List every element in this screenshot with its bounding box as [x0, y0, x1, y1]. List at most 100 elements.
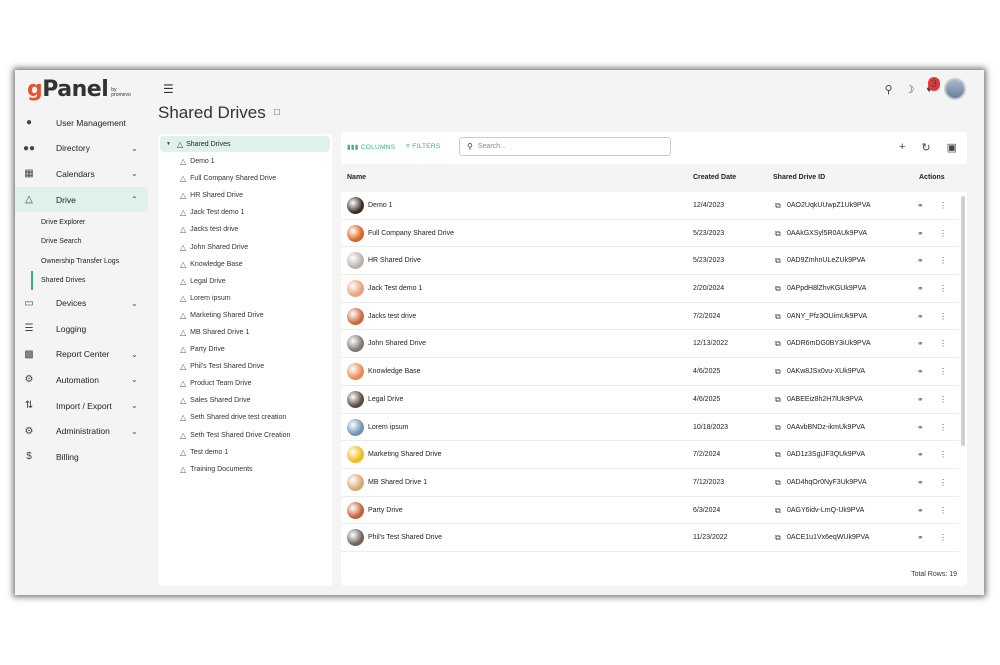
copy-icon[interactable]: ⧉	[775, 450, 781, 460]
link-icon[interactable]: ⚭	[917, 312, 924, 321]
avatar[interactable]	[944, 78, 966, 100]
table-row[interactable]: Jack Test demo 1 2/20/2024 ⧉ 0APpdH8lZhvKGU…	[341, 275, 959, 303]
sidebar-subitem-shared-drives[interactable]: Shared Drives	[31, 270, 148, 291]
link-icon[interactable]: ⚭	[917, 478, 924, 487]
sidebar-item-directory[interactable]: ●● Directory ⌄	[15, 136, 148, 162]
tree-item[interactable]: △ Jacks test drive	[180, 221, 290, 238]
link-icon[interactable]: ⚭	[917, 367, 924, 376]
tree-item[interactable]: △ John Shared Drive	[180, 238, 290, 255]
table-row[interactable]: Full Company Shared Drive 5/23/2023 ⧉ 0AAkG…	[341, 220, 959, 248]
tree-item[interactable]: △ MB Shared Drive 1	[180, 324, 290, 341]
more-vert-icon[interactable]: ⋮	[939, 423, 947, 432]
more-vert-icon[interactable]: ⋮	[939, 312, 947, 321]
link-icon[interactable]: ⚭	[917, 229, 924, 238]
table-row[interactable]: John Shared Drive 12/13/2022 ⧉ 0ADR6mDG0BY3…	[341, 330, 959, 359]
sidebar-item-import-export[interactable]: ⇅ Import / Export ⌄	[15, 393, 148, 419]
sidebar-item-devices[interactable]: ▭ Devices ⌄	[15, 290, 148, 316]
more-vert-icon[interactable]: ⋮	[939, 395, 947, 404]
link-icon[interactable]: ⚭	[917, 256, 924, 265]
table-row[interactable]: Marketing Shared Drive 7/2/2024 ⧉ 0AD1z3Sgi…	[341, 441, 959, 469]
tree-item[interactable]: △ Product Team Drive	[180, 375, 290, 392]
more-vert-icon[interactable]: ⋮	[939, 506, 947, 515]
sidebar-subitem-ownership-transfer-logs[interactable]: Ownership Transfer Logs	[15, 251, 148, 271]
table-row[interactable]: HR Shared Drive 5/23/2023 ⧉ 0AD9ZmhnULeZUk9…	[341, 247, 959, 276]
link-icon[interactable]: ⚭	[917, 423, 924, 432]
copy-icon[interactable]: ⧉	[775, 229, 781, 239]
bookmark-icon[interactable]: □	[274, 107, 280, 118]
more-vert-icon[interactable]: ⋮	[939, 256, 947, 265]
table-row[interactable]: MB Shared Drive 1 7/12/2023 ⧉ 0AD4hqOr0NyF3…	[341, 469, 959, 497]
tree-item[interactable]: △ Test demo 1	[180, 444, 290, 461]
link-icon[interactable]: ⚭	[917, 506, 924, 515]
tree-root-shared-drives[interactable]: ▼ △ Shared Drives	[160, 136, 330, 152]
link-icon[interactable]: ⚭	[917, 339, 924, 348]
more-vert-icon[interactable]: ⋮	[939, 201, 947, 210]
copy-icon[interactable]: ⧉	[775, 533, 781, 543]
copy-icon[interactable]: ⧉	[775, 201, 781, 211]
sidebar-subitem-drive-explorer[interactable]: Drive Explorer	[15, 212, 148, 232]
tree-item[interactable]: △ Seth Shared drive test creation	[180, 409, 290, 426]
filters-button[interactable]: ≡ FILTERS	[406, 143, 441, 150]
vertical-scrollbar[interactable]	[961, 196, 965, 446]
tree-item[interactable]: △ Full Company Shared Drive	[180, 170, 290, 187]
sidebar-item-drive[interactable]: △ Drive ⌃	[15, 186, 148, 213]
more-vert-icon[interactable]: ⋮	[939, 478, 947, 487]
sidebar-item-logging[interactable]: ☰ Logging	[15, 316, 148, 342]
table-row[interactable]: Demo 1 12/4/2023 ⧉ 0AO2UqkUUwpZ1Uk9PVA ⚭ ⋮	[341, 192, 959, 220]
copy-icon[interactable]: ⧉	[775, 312, 781, 322]
bell-icon[interactable]: ♦3	[926, 77, 940, 95]
more-vert-icon[interactable]: ⋮	[939, 533, 947, 542]
copy-icon[interactable]: ⧉	[775, 339, 781, 349]
tree-item[interactable]: △ Party Drive	[180, 341, 290, 358]
tree-item[interactable]: △ HR Shared Drive	[180, 187, 290, 204]
sidebar-item-billing[interactable]: $ Billing	[15, 444, 148, 470]
table-row[interactable]: Legal Drive 4/6/2025 ⧉ 0ABEEiz8h2H7lUk9PVA ⚭…	[341, 386, 959, 414]
tree-item[interactable]: △ Sales Shared Drive	[180, 392, 290, 409]
tree-item[interactable]: △ Demo 1	[180, 153, 290, 170]
link-icon[interactable]: ⚭	[917, 201, 924, 210]
copy-icon[interactable]: ⧉	[775, 395, 781, 405]
more-vert-icon[interactable]: ⋮	[939, 284, 947, 293]
search-icon[interactable]: ⚲	[884, 83, 892, 96]
tree-item[interactable]: △ Phil's Test Shared Drive	[180, 358, 290, 375]
table-row[interactable]: Party Drive 6/3/2024 ⧉ 0AGY6idv-LmQ-Uk9PVA ⚭…	[341, 497, 959, 525]
add-icon[interactable]: +	[899, 141, 905, 154]
table-row[interactable]: Phil's Test Shared Drive 11/23/2022 ⧉ 0ACE1…	[341, 524, 959, 552]
tree-item[interactable]: △ Knowledge Base	[180, 256, 290, 273]
tree-item[interactable]: △ Lorem ipsum	[180, 290, 290, 307]
tree-item[interactable]: △ Marketing Shared Drive	[180, 307, 290, 324]
sidebar-item-administration[interactable]: ⚙ Administration ⌄	[15, 418, 148, 444]
header-shared-drive-id[interactable]: Shared Drive ID	[773, 174, 825, 181]
copy-icon[interactable]: ⧉	[775, 367, 781, 377]
sidebar-item-calendars[interactable]: ▦ Calendars ⌄	[15, 161, 148, 187]
more-vert-icon[interactable]: ⋮	[939, 367, 947, 376]
dark-mode-icon[interactable]: ☽	[905, 83, 915, 96]
refresh-icon[interactable]: ↻	[921, 141, 930, 154]
caret-down-icon[interactable]: ▼	[166, 141, 171, 147]
copy-icon[interactable]: ⧉	[775, 423, 781, 433]
columns-button[interactable]: ▮▮▮ COLUMNS	[347, 143, 395, 151]
gpanel-logo[interactable]: gPanel by promevo	[27, 76, 137, 102]
tree-item[interactable]: △ Training Documents	[180, 461, 290, 478]
more-vert-icon[interactable]: ⋮	[939, 339, 947, 348]
tree-item[interactable]: △ Legal Drive	[180, 273, 290, 290]
hamburger-menu-icon[interactable]: ☰	[163, 82, 174, 96]
copy-icon[interactable]: ⧉	[775, 284, 781, 294]
tree-item[interactable]: △ Seth Test Shared Drive Creation	[180, 427, 290, 444]
sidebar-item-report-center[interactable]: ▩ Report Center ⌄	[15, 342, 148, 368]
library-icon[interactable]: ▣	[947, 141, 957, 154]
sidebar-item-user-management[interactable]: ● User Management	[15, 110, 148, 136]
copy-icon[interactable]: ⧉	[775, 256, 781, 266]
sidebar-item-automation[interactable]: ⚙ Automation ⌄	[15, 367, 148, 393]
link-icon[interactable]: ⚭	[917, 533, 924, 542]
more-vert-icon[interactable]: ⋮	[939, 229, 947, 238]
link-icon[interactable]: ⚭	[917, 284, 924, 293]
sidebar-subitem-drive-search[interactable]: Drive Search	[15, 232, 148, 252]
table-row[interactable]: Knowledge Base 4/6/2025 ⧉ 0AKw8JSx0vu-XUk9P…	[341, 358, 959, 386]
link-icon[interactable]: ⚭	[917, 395, 924, 404]
search-input[interactable]: ⚲ Search...	[459, 137, 671, 156]
table-row[interactable]: Lorem ipsum 10/18/2023 ⧉ 0AAvbBNDz-ikmUk9PV…	[341, 414, 959, 442]
header-created-date[interactable]: Created Date	[693, 174, 736, 181]
table-row[interactable]: Jacks test drive 7/2/2024 ⧉ 0ANY_Pfz3OUimUk…	[341, 303, 959, 331]
link-icon[interactable]: ⚭	[917, 450, 924, 459]
